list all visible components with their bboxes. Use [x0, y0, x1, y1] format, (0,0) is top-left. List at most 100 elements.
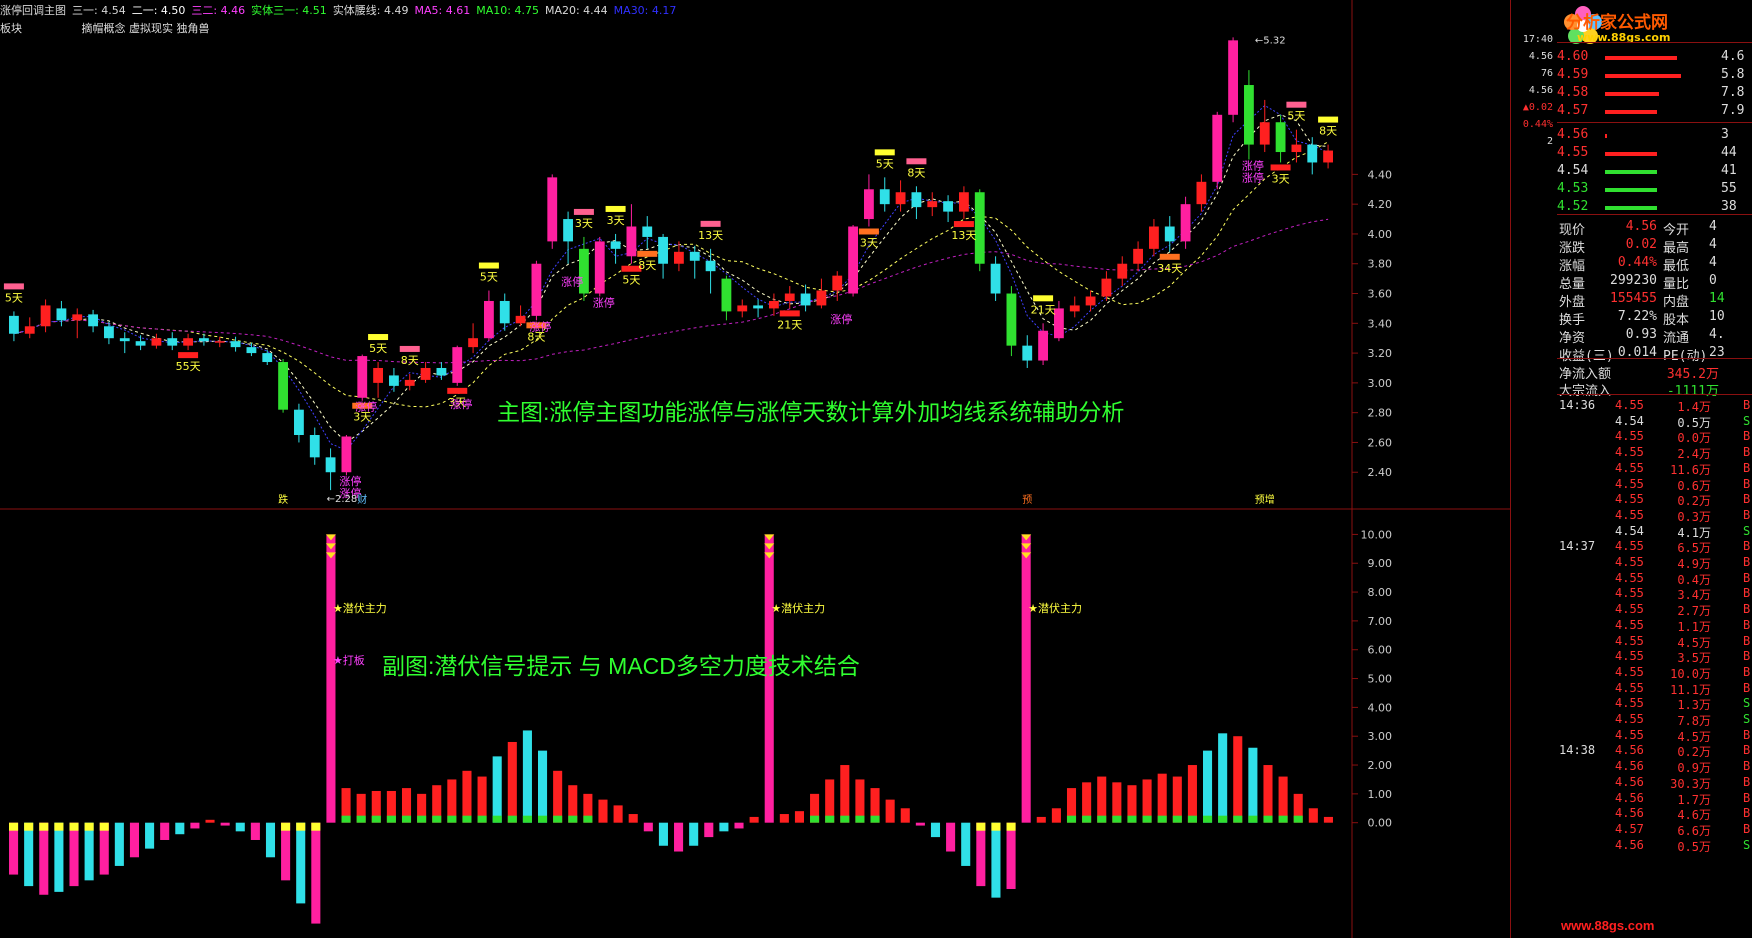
candle: [674, 251, 684, 264]
bid-row[interactable]: 4.56 3: [1557, 126, 1752, 144]
tick-flag: B: [1743, 617, 1751, 632]
price-tick-label: 3.80: [1368, 258, 1393, 271]
candle: [689, 251, 700, 261]
tick-row: 4.55 4.9万 B: [1615, 555, 1752, 571]
quote-value: 0.02: [1625, 237, 1657, 252]
sub-tick-label: 1.00: [1368, 788, 1393, 801]
tick-row: 4.55 3.5万 B: [1615, 649, 1752, 665]
tick-price: 4.55: [1615, 586, 1644, 601]
main-caption: 主图:涨停主图功能涨停与涨停天数计算外加均线系统辅助分析: [497, 399, 1124, 425]
tick-price: 4.56: [1615, 806, 1644, 821]
day-count-label: 5天: [480, 271, 498, 284]
event-tag: 财: [357, 493, 367, 506]
chart-area[interactable]: 5天55天5天3天8天3天5天8天3天5天3天8天13天21天5天3天8天13天…: [0, 0, 1510, 938]
limit-up-signal: 涨停: [355, 400, 377, 414]
quote-row: 收益(三) 0.014 PE(动) 23: [1559, 344, 1752, 364]
macd-tip-bar: [54, 822, 64, 831]
macd-bar: [553, 770, 563, 823]
limit-up-signal: 涨停: [1242, 170, 1264, 184]
ask-row[interactable]: 4.60 4.6: [1557, 48, 1752, 66]
bid-row[interactable]: 4.54 41: [1557, 162, 1752, 180]
quote-row: 净资 0.93 流通 4.: [1559, 326, 1752, 346]
day-count-bar: [605, 205, 626, 212]
tick-row: 4.55 4.5万 B: [1615, 728, 1752, 744]
candle: [911, 192, 922, 208]
macd-tip-bar: [976, 822, 986, 831]
candle: [1244, 85, 1254, 145]
header-item: 实体三一: 4.51: [251, 4, 327, 17]
macd-bar: [1263, 765, 1273, 823]
tick-flag: B: [1743, 680, 1751, 695]
tick-volume: 2.4万: [1677, 447, 1711, 462]
day-count-bar: [906, 158, 927, 165]
tick-price: 4.54: [1615, 413, 1644, 428]
lurk-signal-label: ★潜伏主力: [1028, 601, 1082, 615]
candle: [848, 226, 858, 294]
tick-row: 4.57 6.6万 B: [1615, 822, 1752, 838]
tick-price: 4.56: [1615, 837, 1644, 852]
macd-bar: [145, 822, 155, 849]
candle: [1212, 114, 1223, 182]
tick-flag: B: [1743, 429, 1751, 444]
tick-volume: 4.6万: [1677, 808, 1711, 823]
header-item: 三二: 4.46: [191, 4, 246, 17]
day-count-label: 8天: [401, 354, 419, 367]
candle: [927, 201, 938, 208]
macd-bar: [84, 822, 94, 881]
candle: [262, 353, 273, 363]
macd-bar: [749, 816, 759, 823]
tick-row: 4.55 4.5万 B: [1615, 634, 1752, 650]
tick-flag: B: [1743, 570, 1751, 585]
ask-row[interactable]: 4.59 5.8: [1557, 66, 1752, 84]
macd-base-bar: [341, 815, 351, 823]
tick-price: 4.56: [1615, 774, 1644, 789]
macd-bar: [492, 756, 502, 823]
macd-tip-bar: [991, 822, 1001, 831]
bid-row[interactable]: 4.55 44: [1557, 144, 1752, 162]
tick-flag: B: [1743, 727, 1751, 742]
macd-bar: [296, 822, 306, 904]
tick-row: 4.55 1.1万 B: [1615, 618, 1752, 634]
candle: [1038, 330, 1048, 361]
macd-bar: [1308, 808, 1318, 823]
macd-bar: [522, 730, 532, 823]
day-count-label: 5天: [1287, 110, 1305, 123]
ask-row[interactable]: 4.58 7.8: [1557, 84, 1752, 102]
candle: [309, 435, 320, 458]
macd-bar: [54, 822, 64, 892]
candle: [199, 338, 209, 342]
candle: [1275, 122, 1286, 153]
sub-tick-label: 6.00: [1368, 644, 1393, 657]
candle: [753, 305, 763, 309]
concept-tags[interactable]: 摘帽概念 虚拟现实 独角兽: [82, 22, 210, 35]
watermark: www.88gs.com: [1561, 918, 1655, 933]
candle: [879, 189, 890, 205]
tick-flag: B: [1743, 602, 1751, 617]
candle: [832, 275, 843, 291]
macd-bar: [643, 822, 653, 832]
macd-bar: [69, 822, 79, 887]
small-scale-label: ▲0.02: [1522, 102, 1553, 113]
macd-base-bar: [371, 815, 381, 823]
tick-price: 4.55: [1615, 570, 1644, 585]
candle: [1228, 40, 1238, 115]
bid-volume: 41: [1721, 163, 1737, 178]
header-item: 实体腰线: 4.49: [332, 4, 409, 17]
candle: [24, 326, 35, 334]
ask-row[interactable]: 4.57 7.9: [1557, 102, 1752, 120]
macd-base-bar: [386, 815, 396, 823]
macd-base-bar: [1203, 815, 1213, 823]
tick-volume: 11.1万: [1670, 682, 1711, 697]
macd-bar: [1233, 736, 1243, 823]
day-count-bar: [1159, 253, 1180, 260]
macd-bar: [205, 819, 215, 823]
day-count-bar: [178, 352, 199, 359]
bid-row[interactable]: 4.53 55: [1557, 180, 1752, 198]
day-count-label: 21天: [777, 318, 802, 331]
tick-volume: 0.5万: [1677, 415, 1711, 430]
day-count-label: 34天: [1157, 262, 1182, 275]
tick-flag: B: [1743, 586, 1751, 601]
tick-price: 4.55: [1615, 664, 1644, 679]
candle: [1180, 204, 1191, 242]
small-scale-label: 76: [1540, 68, 1553, 79]
